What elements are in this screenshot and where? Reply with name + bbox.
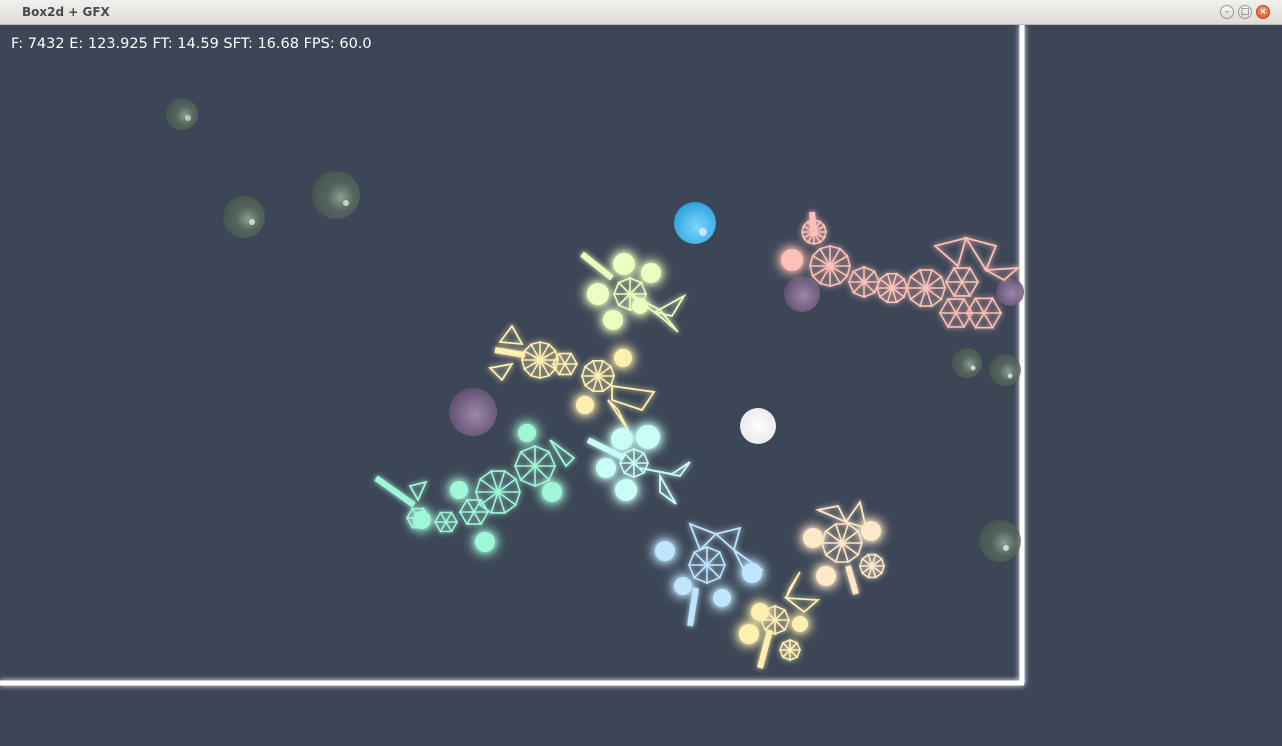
creature-wheel [847, 265, 881, 299]
creature-segment [611, 384, 656, 412]
creature-wheel [938, 297, 974, 329]
creature-wheel [820, 522, 864, 564]
creature-blob [641, 263, 661, 283]
maximize-icon: □ [1240, 7, 1250, 17]
minimize-button[interactable]: – [1220, 5, 1234, 19]
creature-blob [636, 425, 660, 449]
physics-scene [0, 25, 1025, 686]
creature-blob [792, 616, 808, 632]
creature-wheel [618, 447, 650, 479]
creature-blob [450, 481, 468, 499]
creature-wheel [808, 244, 852, 288]
creature-segment [814, 504, 848, 524]
window-title: Box2d + GFX [22, 5, 110, 19]
creature-segment [488, 362, 514, 382]
creature-blob [475, 532, 495, 552]
creature-blob [803, 528, 823, 548]
bubble [674, 202, 716, 244]
creature-blob [816, 566, 836, 586]
creature-blob [611, 428, 633, 450]
creature-blob [518, 424, 536, 442]
creature-limb [580, 251, 614, 281]
creature-wheel [580, 359, 616, 393]
close-icon: × [1259, 7, 1267, 17]
bubble [952, 348, 982, 378]
app-window: Box2d + GFX – □ × F: 7432 E: 123.925 FT:… [0, 0, 1282, 746]
bubble [223, 196, 265, 238]
creature-wheel [458, 498, 490, 526]
creatures [374, 211, 1021, 669]
creature-wheel [687, 545, 727, 585]
creature-blob [655, 541, 675, 561]
creature-wheel [800, 218, 828, 246]
bubble [989, 354, 1021, 386]
creature-segment [408, 480, 428, 502]
creature-segment [933, 236, 968, 268]
creature-wheel [875, 272, 909, 304]
creature-segment [964, 236, 998, 272]
bubble [979, 520, 1021, 562]
bubble [996, 278, 1024, 306]
creature-blob [413, 511, 431, 529]
bubble [784, 276, 820, 312]
creature-wheel [905, 268, 947, 308]
creature-segment [659, 472, 677, 505]
stats-readout: F: 7432 E: 123.925 FT: 14.59 SFT: 16.68 … [11, 36, 372, 52]
creature-segment [783, 596, 821, 614]
bubble [166, 98, 198, 130]
creature-limb [845, 565, 859, 595]
creature-blob [576, 396, 594, 414]
creature-blob [614, 349, 632, 367]
close-button[interactable]: × [1256, 5, 1270, 19]
creature-wheel [759, 604, 791, 636]
creature-blob [674, 577, 692, 595]
creature-segment [498, 324, 524, 346]
creature-wheel [474, 469, 522, 515]
creature-blob [861, 521, 881, 541]
creature-blob [603, 310, 623, 330]
creature-segment [714, 526, 742, 552]
creature-limb [494, 347, 526, 358]
creature-wheel [858, 553, 886, 579]
creature-wheel [433, 510, 459, 534]
creature-blob [613, 253, 635, 275]
creature-blob [587, 283, 609, 305]
bubble [312, 171, 360, 219]
creature-segment [688, 522, 718, 552]
bubble [449, 388, 497, 436]
title-bar[interactable]: Box2d + GFX – □ × [0, 0, 1282, 25]
creature-blob [542, 482, 562, 502]
bubble [740, 408, 776, 444]
creature-blob [713, 589, 731, 607]
creature-blob [781, 249, 803, 271]
creature-segment [982, 266, 1021, 282]
creature-wheel [551, 351, 579, 377]
creature-blob [615, 479, 637, 501]
creature-blob [596, 458, 616, 478]
creature-wheel [778, 638, 802, 662]
creature-limb [374, 475, 416, 508]
creature-segment [785, 571, 801, 599]
bubbles [166, 98, 1024, 562]
minimize-icon: – [1224, 7, 1230, 17]
creature-segment [652, 293, 687, 318]
creature-wheel [944, 266, 980, 298]
maximize-button[interactable]: □ [1238, 5, 1252, 19]
creature-blob [739, 624, 759, 644]
creature-wheel [520, 340, 560, 380]
simulation-canvas[interactable]: F: 7432 E: 123.925 FT: 14.59 SFT: 16.68 … [0, 25, 1282, 746]
